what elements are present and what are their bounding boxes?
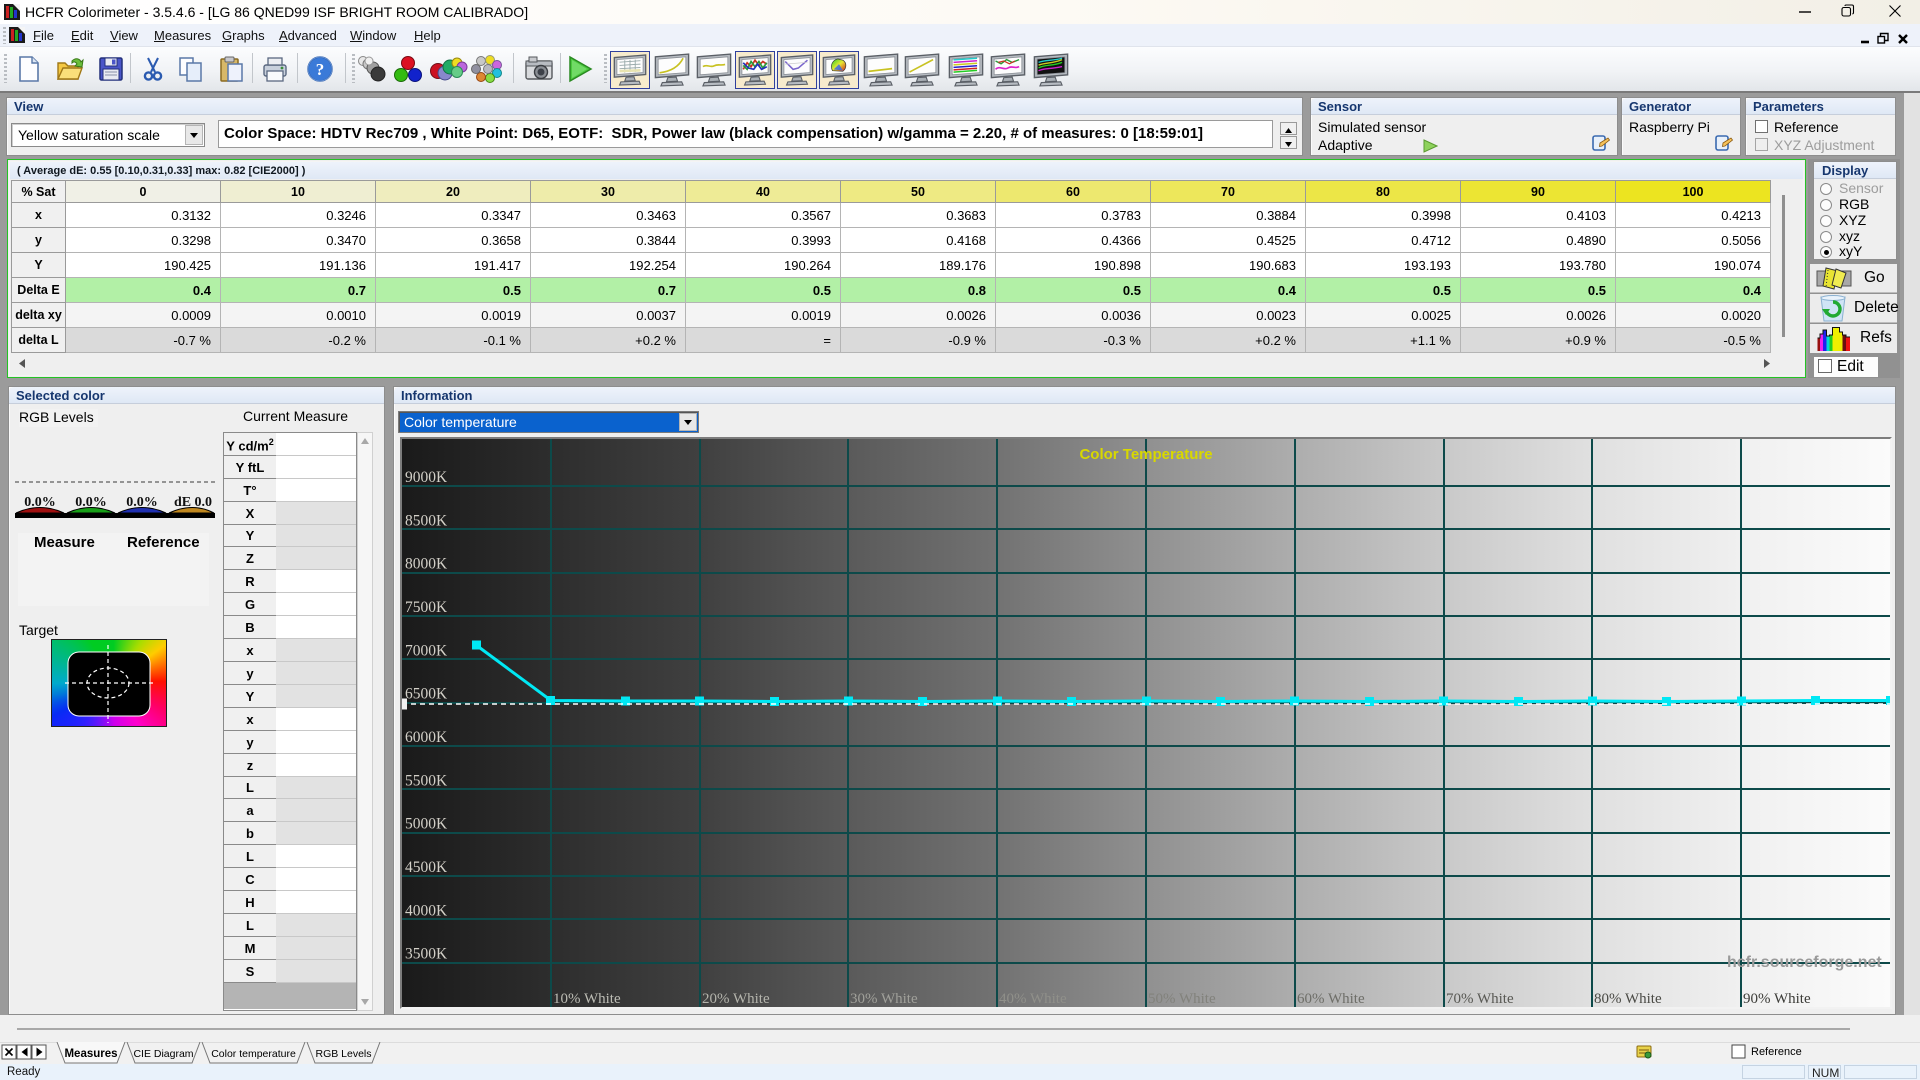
svg-text:40% White: 40% White xyxy=(999,991,1067,1007)
svg-text:9000K: 9000K xyxy=(405,469,448,486)
svg-text:50% White: 50% White xyxy=(1148,991,1216,1007)
svg-text:30% White: 30% White xyxy=(850,991,918,1007)
svg-text:5500K: 5500K xyxy=(405,772,448,789)
svg-text:20% White: 20% White xyxy=(702,991,770,1007)
svg-text:Measures: Measures xyxy=(64,1048,117,1060)
svg-text:8000K: 8000K xyxy=(405,556,448,573)
svg-text:7500K: 7500K xyxy=(405,599,448,616)
svg-text:Reference: Reference xyxy=(1751,1046,1802,1058)
svg-text:70% White: 70% White xyxy=(1446,991,1514,1007)
svg-text:6000K: 6000K xyxy=(405,729,448,746)
svg-text:Color temperature: Color temperature xyxy=(211,1048,296,1060)
svg-text:6500K: 6500K xyxy=(405,686,448,703)
svg-text:10% White: 10% White xyxy=(553,991,621,1007)
svg-text:RGB Levels: RGB Levels xyxy=(315,1048,371,1060)
svg-text:4000K: 4000K xyxy=(405,902,448,919)
svg-text:7000K: 7000K xyxy=(405,642,448,659)
svg-text:3500K: 3500K xyxy=(405,946,448,963)
svg-text:90% White: 90% White xyxy=(1743,991,1811,1007)
svg-text:Color Temperature: Color Temperature xyxy=(1079,446,1212,463)
svg-text:5000K: 5000K xyxy=(405,816,448,833)
svg-text:CIE Diagram: CIE Diagram xyxy=(133,1048,193,1060)
svg-text:8500K: 8500K xyxy=(405,512,448,529)
svg-text:60% White: 60% White xyxy=(1297,991,1365,1007)
svg-text:4500K: 4500K xyxy=(405,859,448,876)
svg-text:?: ? xyxy=(316,60,325,79)
svg-text:hcfr.sourceforge.net: hcfr.sourceforge.net xyxy=(1727,954,1882,971)
svg-text:80% White: 80% White xyxy=(1594,991,1662,1007)
